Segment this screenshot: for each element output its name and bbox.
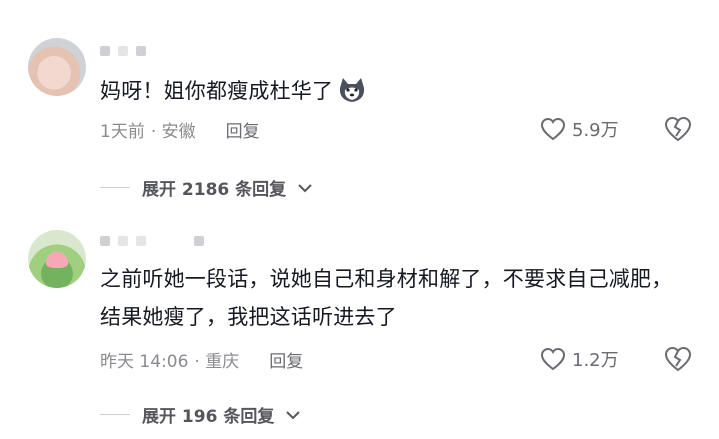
blurred-char [100,46,110,56]
comment-meta: 昨天 14:06 · 重庆 回复 [100,347,303,372]
like-button[interactable]: 1.2万 [540,346,619,372]
username-blurred[interactable] [100,46,146,56]
blurred-char [118,236,128,246]
expand-replies-label: 展开 2186 条回复 [142,180,287,200]
divider-line [100,187,130,188]
broken-heart-icon[interactable] [664,346,692,372]
username-blurred[interactable] [100,236,204,246]
comment-location: · 安徽 [150,122,196,142]
comment-time: 1天前 [100,122,145,142]
reply-button[interactable]: 回复 [226,117,260,142]
broken-heart-icon[interactable] [664,116,692,142]
expand-replies-button[interactable]: 展开 196 条回复 [100,402,301,427]
blurred-char [100,236,110,246]
heart-outline-icon [540,347,566,371]
expand-replies-button[interactable]: 展开 2186 条回复 [100,175,312,200]
comment-time: 昨天 14:06 [100,352,189,372]
comment-text-content: 妈呀！姐你都瘦成杜华了 [100,79,334,103]
comment-location: · 重庆 [194,352,240,372]
comment-text: 妈呀！姐你都瘦成杜华了 [100,72,690,110]
blurred-char [136,236,146,246]
like-count: 5.9万 [572,120,619,141]
divider-line [100,414,130,415]
heart-outline-icon [540,117,566,141]
avatar[interactable] [28,38,86,96]
husky-dog-emoji-icon [340,78,365,102]
like-button[interactable]: 5.9万 [540,116,619,142]
comment-meta: 1天前 · 安徽 回复 [100,117,260,142]
avatar[interactable] [28,230,86,288]
lotus-image [44,250,70,268]
blurred-char [194,236,204,246]
chevron-down-icon [286,406,301,424]
expand-replies-label: 展开 196 条回复 [142,407,275,427]
blurred-char [136,46,146,56]
chevron-down-icon [298,179,312,197]
comment-text: 之前听她一段话，说她自己和身材和解了，不要求自己减肥，结果她瘦了，我把这话听进去… [100,267,673,329]
reply-button[interactable]: 回复 [269,347,303,372]
blurred-char [118,46,128,56]
like-count: 1.2万 [572,350,619,371]
